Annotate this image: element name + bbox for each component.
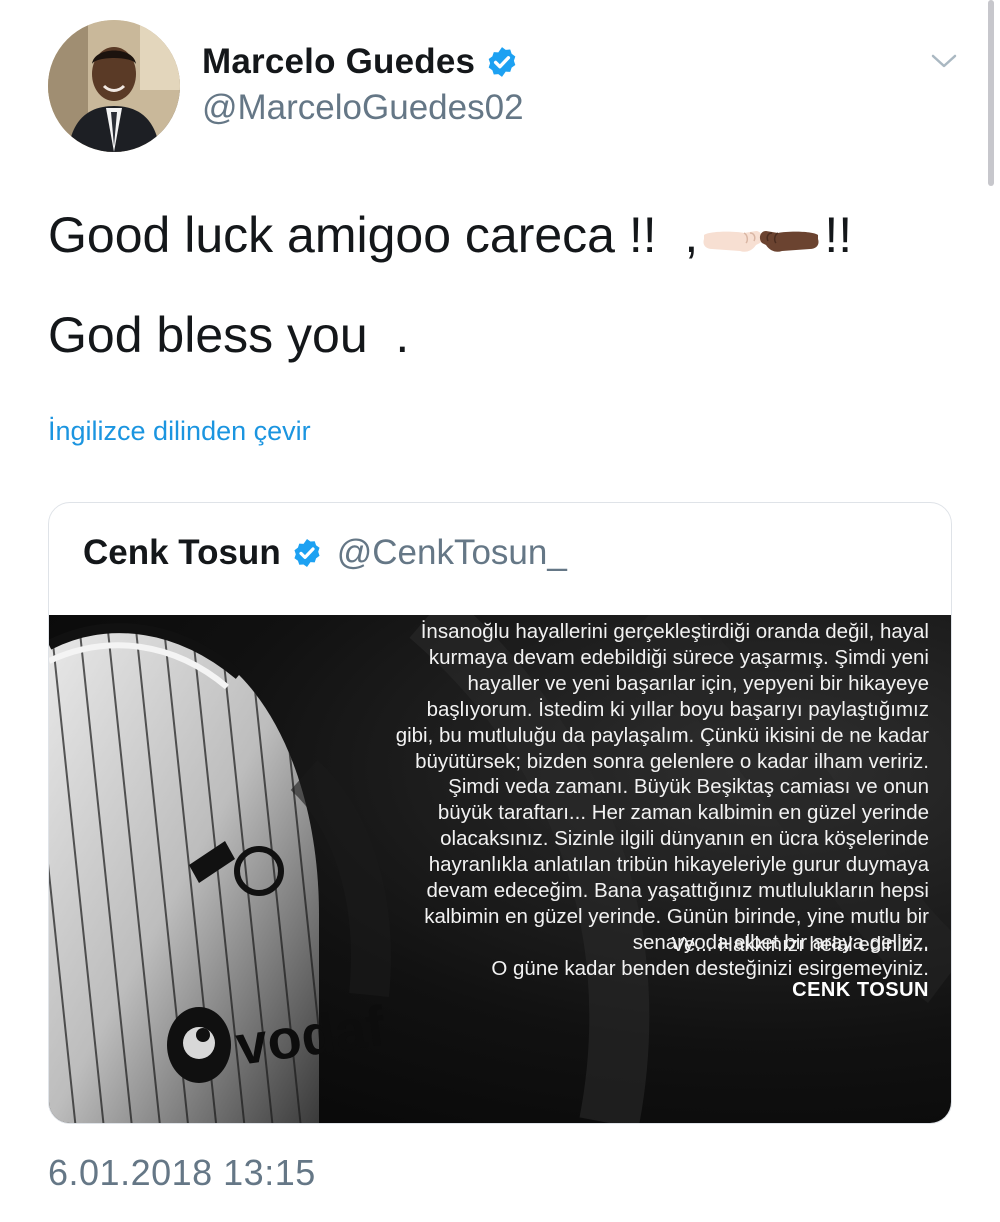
author-name[interactable]: Marcelo Guedes — [202, 42, 475, 82]
tweet-line-1: Good luck amigoo careca !! , !! — [48, 210, 948, 260]
verified-badge-icon — [294, 539, 320, 567]
statement-line: kurmaya devam edebildiği sürece yaşarmış… — [428, 645, 929, 669]
statement-line: Şimdi veda zamanı. Büyük Beşiktaş camias… — [448, 775, 929, 799]
statement-line: O güne kadar benden desteğinizi esirgeme… — [491, 956, 929, 980]
statement-line: büyük taraftarı... Her zaman kalbimin en… — [437, 801, 929, 825]
author-handle[interactable]: @MarceloGuedes02 — [202, 88, 524, 128]
statement-line: başlıyorum. İstedim ki yıllar boyu başar… — [426, 697, 929, 721]
statement-line: kalbimin en güzel yerinde. Günün birinde… — [424, 904, 929, 928]
statement-closing: Ve... Hakkınızı helal ediniz... — [671, 933, 929, 956]
statement-line: hayranlıkla anlatılan tribün hikayeleriy… — [428, 853, 929, 877]
fist-bump-emoji-icon — [703, 230, 819, 252]
statement-line: gibi, bu mutluluğu da paylaşalım. Çünkü … — [395, 723, 929, 747]
tweet-line-2: God bless you . — [48, 307, 410, 363]
statement-line: İnsanoğlu hayallerini gerçekleştirdiği o… — [420, 620, 929, 643]
statement-line: büyütürsek; bizden sonra gelenlere o kad… — [415, 749, 929, 773]
tweet-timestamp[interactable]: 6.01.2018 13:15 — [48, 1152, 316, 1194]
statement-line: olacaksınız. Sizinle ilgili dünyanın en … — [440, 827, 929, 851]
tweet-header: Marcelo Guedes @MarceloGuedes02 — [48, 20, 968, 160]
translate-link[interactable]: İngilizce dilinden çevir — [48, 416, 311, 447]
quoted-tweet-header: Cenk Tosun @CenkTosun_ — [83, 533, 567, 573]
avatar-portrait — [48, 20, 180, 152]
quoted-author-name[interactable]: Cenk Tosun — [83, 533, 281, 573]
statement-line: hayaller ve yeni başarılar için, yepyeni… — [467, 671, 929, 695]
quoted-author-handle[interactable]: @CenkTosun_ — [337, 533, 567, 573]
verified-badge-icon — [488, 47, 516, 77]
quoted-tweet-card[interactable]: Cenk Tosun @CenkTosun_ vodaf İnsanoğlu h… — [48, 502, 952, 1124]
avatar[interactable] — [48, 20, 180, 152]
tweet-text: Good luck amigoo careca !! , !! God bles… — [48, 210, 948, 360]
statement-text: İnsanoğlu hayallerini gerçekleştirdiği o… — [369, 619, 929, 982]
author-name-row[interactable]: Marcelo Guedes — [202, 42, 519, 82]
statement-signature: CENK TOSUN — [792, 979, 929, 1001]
scrollbar[interactable] — [988, 0, 994, 186]
quoted-tweet-image[interactable]: vodaf İnsanoğlu hayallerini gerçekleştir… — [49, 615, 951, 1123]
tweet-text-end: !! — [824, 207, 853, 263]
tweet-text-start: Good luck amigoo careca !! , — [48, 207, 699, 263]
chevron-down-icon[interactable] — [930, 50, 958, 72]
statement-line: devam edeceğim. Bana yaşattığınız mutlul… — [426, 879, 929, 903]
